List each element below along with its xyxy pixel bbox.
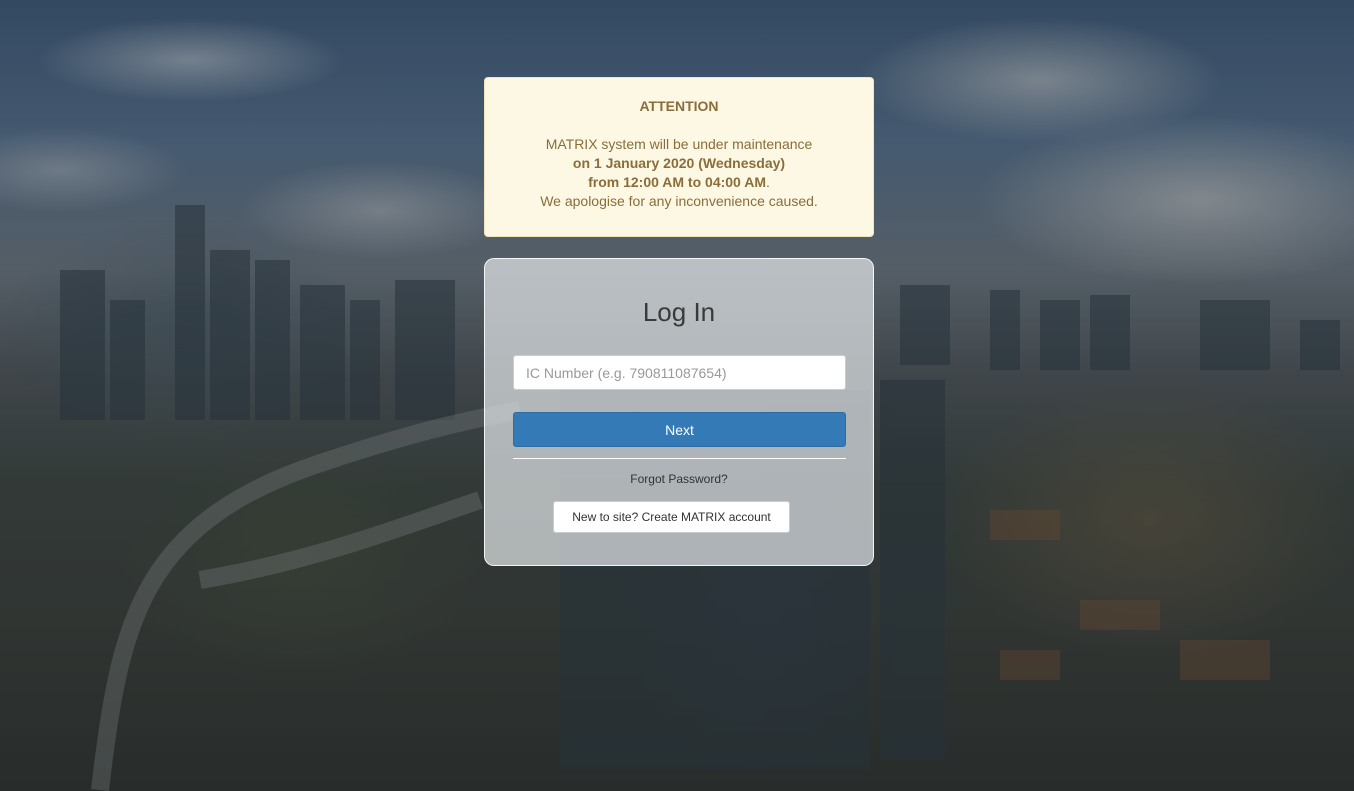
notice-line-1: MATRIX system will be under maintenance [545, 136, 813, 152]
ic-number-input[interactable] [513, 355, 846, 390]
notice-title: ATTENTION [639, 98, 719, 114]
notice-time-suffix: . [766, 174, 770, 190]
create-account-button[interactable]: New to site? Create MATRIX account [553, 501, 790, 533]
notice-date: on 1 January 2020 (Wednesday) [572, 155, 786, 171]
login-page: ATTENTION MATRIX system will be under ma… [0, 0, 1354, 791]
divider [513, 458, 846, 459]
login-panel: Log In Next Forgot Password? New to site… [484, 258, 874, 566]
notice-apology: We apologise for any inconvenience cause… [540, 193, 818, 209]
notice-time: from 12:00 AM to 04:00 AM [588, 174, 766, 190]
next-button[interactable]: Next [513, 412, 846, 447]
notice-time-line: from 12:00 AM to 04:00 AM. [485, 173, 873, 192]
forgot-password-link[interactable]: Forgot Password? [485, 472, 873, 486]
login-heading: Log In [642, 297, 716, 327]
maintenance-notice: ATTENTION MATRIX system will be under ma… [484, 77, 874, 237]
